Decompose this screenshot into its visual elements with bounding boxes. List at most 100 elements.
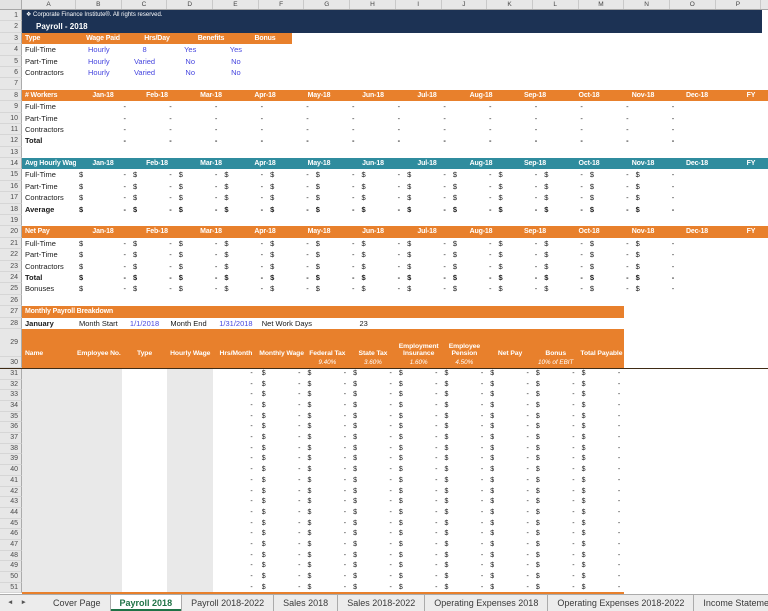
row-header-1[interactable]: 1 [0,10,22,21]
payroll-money-cell[interactable]: $- [350,390,396,401]
payroll-money-cell[interactable]: $- [259,401,305,412]
value-cell[interactable]: $- [221,169,267,180]
value-cell[interactable]: $- [176,261,222,272]
payroll-employee-no-cell[interactable] [76,519,122,530]
value-cell[interactable]: $- [496,204,542,215]
value-cell[interactable]: $- [267,283,313,294]
value-cell[interactable]: - [313,124,359,135]
payroll-money-cell[interactable]: $- [487,433,533,444]
tab-scroll-right-icon[interactable]: ► [20,595,26,611]
value-cell[interactable]: $- [130,283,176,294]
payroll-employee-no-cell[interactable] [76,476,122,487]
value-cell[interactable]: $- [587,204,633,215]
payroll-money-cell[interactable]: $- [350,561,396,572]
payroll-money-cell[interactable]: $- [487,454,533,465]
row-header-35[interactable]: 35 [0,412,22,423]
payroll-type-cell[interactable] [122,519,168,530]
value-cell[interactable]: - [450,135,496,146]
value-cell[interactable]: - [130,135,176,146]
payroll-money-cell[interactable]: $- [350,497,396,508]
empty-cell[interactable] [624,497,761,508]
payroll-hrs-month-cell[interactable]: - [213,390,259,401]
payroll-hourly-wage-cell[interactable] [167,476,213,487]
value-cell[interactable]: $- [450,272,496,283]
payroll-money-cell[interactable]: $- [487,497,533,508]
payroll-name-cell[interactable] [22,497,76,508]
payroll-money-cell[interactable]: $- [259,561,305,572]
value-cell[interactable]: - [587,124,633,135]
payroll-money-cell[interactable]: $- [442,390,488,401]
payroll-name-cell[interactable] [22,380,76,391]
payroll-money-cell[interactable]: $- [304,561,350,572]
empty-cell[interactable] [678,181,768,192]
column-header-l[interactable]: L [533,0,579,9]
fy-header[interactable]: FY [724,158,768,169]
value-cell[interactable]: - [313,101,359,112]
value-cell[interactable]: - [130,101,176,112]
row-header-12[interactable]: 12 [0,135,22,146]
sheet-tab-payroll-2018[interactable]: Payroll 2018 [111,595,183,611]
month-header[interactable]: Jul-18 [400,226,454,237]
value-cell[interactable]: - [221,124,267,135]
payroll-name-cell[interactable] [22,433,76,444]
payroll-type-cell[interactable] [122,572,168,583]
payroll-money-cell[interactable]: $- [442,572,488,583]
row-header-17[interactable]: 17 [0,192,22,203]
empty-cell[interactable] [396,318,762,329]
payroll-money-cell[interactable]: $- [442,433,488,444]
row-header-29[interactable]: 29 [0,329,21,357]
value-cell[interactable]: - [633,101,679,112]
row-header-5[interactable]: 5 [0,56,22,67]
payroll-money-cell[interactable]: $- [396,551,442,562]
payroll-type-cell[interactable] [122,412,168,423]
type-value-cell[interactable]: Yes [167,44,213,55]
month-header[interactable]: Mar-18 [184,226,238,237]
payroll-type-cell[interactable] [122,540,168,551]
payroll-money-cell[interactable]: $- [579,508,625,519]
row-label-part-time[interactable]: Part-Time [22,249,76,260]
sheet-tab-operating-expenses-2018[interactable]: Operating Expenses 2018 [425,595,548,611]
payroll-money-cell[interactable]: $- [487,572,533,583]
value-cell[interactable]: $- [633,238,679,249]
payroll-name-cell[interactable] [22,551,76,562]
payroll-money-cell[interactable]: $- [259,497,305,508]
column-header-c[interactable]: C [122,0,168,9]
payroll-money-cell[interactable]: $- [533,380,579,391]
value-cell[interactable]: $- [358,192,404,203]
value-cell[interactable]: $- [221,192,267,203]
payroll-hourly-wage-cell[interactable] [167,422,213,433]
month-header[interactable]: Jun-18 [346,90,400,101]
value-cell[interactable]: $- [496,249,542,260]
payroll-hrs-month-cell[interactable]: - [213,487,259,498]
month-header[interactable]: Apr-18 [238,90,292,101]
month-header[interactable]: Dec-18 [670,158,724,169]
payroll-money-cell[interactable]: $- [579,551,625,562]
value-cell[interactable]: $- [358,169,404,180]
payroll-money-cell[interactable]: $- [396,390,442,401]
month-header[interactable]: Jun-18 [346,226,400,237]
payroll-hrs-month-cell[interactable]: - [213,369,259,380]
payroll-hrs-month-cell[interactable]: - [213,497,259,508]
breakdown-column-header-bonus[interactable]: Bonus10% of EBIT [533,329,579,368]
payroll-money-cell[interactable]: $- [579,444,625,455]
value-cell[interactable]: - [221,101,267,112]
row-header-30[interactable]: 30 [0,357,21,368]
payroll-money-cell[interactable]: $- [304,369,350,380]
column-header-p[interactable]: P [716,0,762,9]
value-cell[interactable]: $- [633,204,679,215]
payroll-type-cell[interactable] [122,444,168,455]
value-cell[interactable]: - [313,113,359,124]
row-label-contractors[interactable]: Contractors [22,261,76,272]
payroll-hrs-month-cell[interactable]: - [213,508,259,519]
payroll-money-cell[interactable]: $- [396,422,442,433]
payroll-hourly-wage-cell[interactable] [167,508,213,519]
value-cell[interactable]: - [221,135,267,146]
row-header-9[interactable]: 9 [0,101,22,112]
payroll-money-cell[interactable]: $- [350,519,396,530]
payroll-money-cell[interactable]: $- [259,433,305,444]
payroll-money-cell[interactable]: $- [350,487,396,498]
payroll-money-cell[interactable]: $- [487,529,533,540]
empty-cell[interactable] [624,561,761,572]
sheet-tab-payroll-2018-2022[interactable]: Payroll 2018-2022 [182,595,274,611]
empty-cell[interactable] [259,67,762,78]
